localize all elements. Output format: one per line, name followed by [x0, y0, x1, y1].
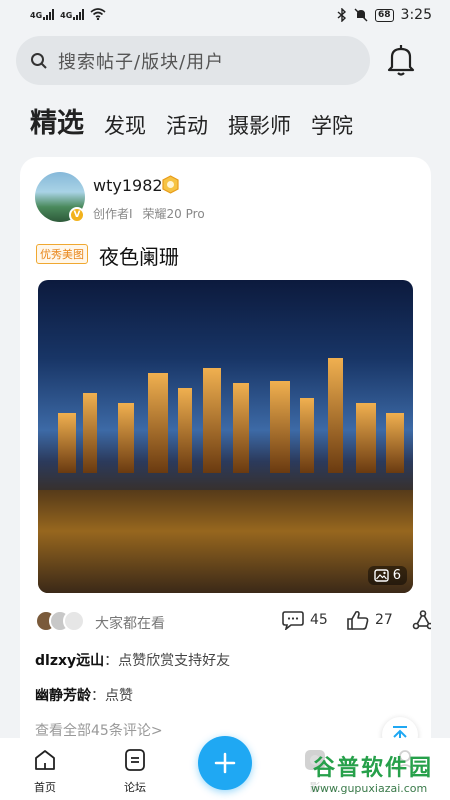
tab-photographers[interactable]: 摄影师: [228, 110, 291, 140]
forum-icon: [125, 749, 145, 771]
like-button[interactable]: 27: [347, 610, 393, 630]
gallery-icon: [374, 569, 389, 582]
user-device: 荣耀20 Pro: [142, 207, 205, 221]
comment-user[interactable]: dlzxy远山: [35, 653, 104, 669]
post-actions: 大家都在看 45 27: [35, 607, 431, 637]
clock: 3:25: [400, 7, 432, 23]
tab-academy[interactable]: 学院: [311, 110, 353, 140]
wifi-icon: [90, 8, 106, 20]
status-bar: 4G 4G 68 3:25: [0, 0, 450, 32]
image-count-badge: 6: [367, 566, 407, 585]
nav-forum[interactable]: 论坛: [110, 748, 160, 795]
create-post-button[interactable]: [198, 736, 252, 790]
battery-indicator: 68: [375, 8, 394, 22]
thumbs-up-icon: [347, 610, 369, 630]
image-count: 6: [392, 568, 401, 583]
notifications-button[interactable]: [384, 42, 418, 78]
watermark-title: 谷普软件园: [313, 756, 434, 781]
view-all-comments-link[interactable]: 查看全部45条评论>: [35, 720, 163, 740]
tab-featured[interactable]: 精选: [30, 101, 84, 140]
plus-icon: [214, 752, 236, 774]
comment-user[interactable]: 幽静芳龄: [35, 688, 91, 704]
post-title[interactable]: 夜色阑珊: [99, 241, 179, 270]
nav-home-label: 首页: [34, 781, 56, 794]
watermark: 谷普软件园 www.gupuxiazai.com: [305, 748, 450, 800]
share-icon: [412, 610, 431, 630]
like-count: 27: [375, 612, 393, 628]
share-button[interactable]: [412, 610, 431, 630]
comment-item-1[interactable]: dlzxy远山：点赞欣赏支持好友: [35, 650, 230, 670]
viewers-text: 大家都在看: [95, 616, 165, 632]
search-icon: [31, 52, 47, 69]
comment-item-2[interactable]: 幽静芳龄：点赞: [35, 685, 133, 705]
watermark-url: www.gupuxiazai.com: [311, 782, 428, 795]
comment-text: 点赞欣赏支持好友: [118, 653, 231, 669]
bluetooth-icon: [337, 8, 347, 22]
excellent-photo-tag: 优秀美图: [36, 244, 88, 264]
search-bar[interactable]: 搜索帖子/版块/用户: [16, 36, 370, 85]
signal-1-icon: 4G: [30, 8, 55, 20]
nav-forum-label: 论坛: [124, 781, 146, 794]
water-reflection: [38, 490, 413, 593]
user-role: 创作者I: [93, 207, 133, 221]
home-icon: [35, 750, 55, 770]
network-type-2: 4G: [60, 10, 73, 20]
tab-discover[interactable]: 发现: [104, 110, 146, 140]
comment-text: 点赞: [105, 688, 133, 704]
nav-home[interactable]: 首页: [20, 748, 70, 795]
post-card[interactable]: V wty1982 创作者I 荣耀20 Pro 优秀美图 夜色阑珊 6 大家都在…: [20, 157, 431, 757]
mute-bell-icon: [354, 8, 368, 22]
signal-2-icon: 4G: [60, 8, 85, 20]
comment-count: 45: [310, 612, 328, 628]
viewer-avatar-3: [63, 610, 85, 632]
post-username[interactable]: wty1982: [93, 176, 163, 195]
category-tabs: 精选 发现 活动 摄影师 学院: [30, 100, 373, 140]
creator-medal-icon: [162, 175, 179, 194]
bell-icon: [387, 45, 415, 76]
post-user-meta: 创作者I 荣耀20 Pro: [93, 205, 205, 222]
comment-icon: [282, 611, 304, 630]
network-type-1: 4G: [30, 10, 43, 20]
tab-events[interactable]: 活动: [166, 110, 208, 140]
verified-icon: V: [69, 207, 85, 223]
search-placeholder: 搜索帖子/版块/用户: [58, 51, 225, 73]
comment-button[interactable]: 45: [282, 610, 328, 630]
post-image[interactable]: 6: [38, 280, 413, 593]
